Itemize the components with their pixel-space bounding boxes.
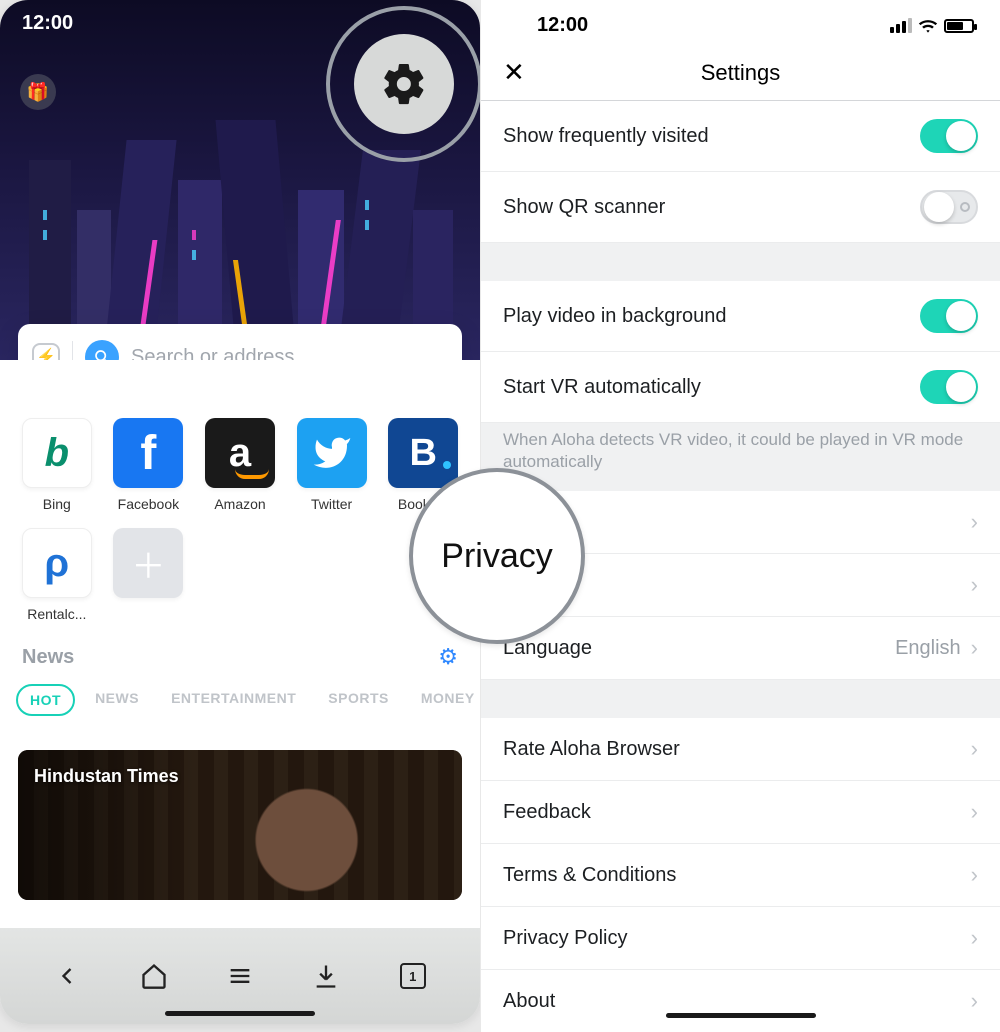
tile-rentalcars[interactable]: ρ Rentalc... <box>18 528 96 622</box>
home-screen: 12:00 🎁 ⚡ Search or address <box>0 0 480 1024</box>
privacy-callout: Privacy <box>409 468 585 644</box>
tile-facebook[interactable]: f Facebook <box>110 418 188 512</box>
news-tab-money[interactable]: MONEY <box>409 684 480 716</box>
cell-label: Start VR automatically <box>503 376 701 399</box>
twitter-icon <box>312 433 352 473</box>
cell-label: Show QR scanner <box>503 196 665 219</box>
menu-button[interactable] <box>223 959 257 993</box>
status-time: 12:00 <box>537 14 588 37</box>
toggle-on[interactable] <box>920 299 978 333</box>
chevron-right-icon: › <box>971 509 978 535</box>
search-icon <box>85 340 119 360</box>
gift-icon: 🎁 <box>27 82 49 103</box>
settings-button[interactable] <box>354 34 454 134</box>
cell-label: About <box>503 990 555 1013</box>
news-heading: News <box>22 646 74 669</box>
speed-dial-grid-2: ρ Rentalc... ＋ <box>0 512 480 622</box>
cell-play-video-background[interactable]: Play video in background <box>481 281 1000 352</box>
chevron-right-icon: › <box>971 799 978 825</box>
news-header: News ⚙ <box>0 622 480 676</box>
tile-amazon[interactable]: a Amazon <box>201 418 279 512</box>
shield-icon: ⚡ <box>32 343 60 360</box>
home-indicator <box>666 1013 816 1018</box>
tile-label <box>146 606 150 622</box>
section-gap <box>481 680 1000 718</box>
cell-label: Terms & Conditions <box>503 864 676 887</box>
status-time: 12:00 <box>22 12 73 35</box>
section-footnote: When Aloha detects VR video, it could be… <box>481 423 1000 491</box>
gift-button[interactable]: 🎁 <box>20 74 56 110</box>
cell-terms[interactable]: Terms & Conditions › <box>481 844 1000 907</box>
bing-icon: b <box>45 431 69 476</box>
cell-rate-app[interactable]: Rate Aloha Browser › <box>481 718 1000 781</box>
search-placeholder: Search or address <box>131 346 448 361</box>
plus-icon: ＋ <box>131 539 165 588</box>
news-tab-entertainment[interactable]: ENTERTAINMENT <box>159 684 308 716</box>
amazon-icon: a <box>229 431 251 476</box>
tile-label: Amazon <box>214 496 265 512</box>
tile-label: Twitter <box>311 496 352 512</box>
facebook-icon: f <box>140 426 156 481</box>
cell-show-qr-scanner[interactable]: Show QR scanner <box>481 172 1000 243</box>
settings-header: ✕ Settings <box>481 43 1000 101</box>
rentalcars-icon: ρ <box>44 541 69 586</box>
news-tab-sports[interactable]: SPORTS <box>316 684 401 716</box>
article-source: Hindustan Times <box>34 766 179 787</box>
toggle-on[interactable] <box>920 119 978 153</box>
tabs-button[interactable]: 1 <box>396 959 430 993</box>
downloads-button[interactable] <box>309 959 343 993</box>
cell-about[interactable]: About › <box>481 970 1000 1032</box>
toggle-on[interactable] <box>920 370 978 404</box>
tile-label: Rentalc... <box>27 606 86 622</box>
cell-feedback[interactable]: Feedback › <box>481 781 1000 844</box>
divider <box>72 341 73 360</box>
home-button[interactable] <box>137 959 171 993</box>
news-settings-button[interactable]: ⚙ <box>438 644 458 670</box>
settings-title: Settings <box>701 60 781 86</box>
chevron-right-icon: › <box>971 736 978 762</box>
chevron-right-icon: › <box>971 862 978 888</box>
back-button[interactable] <box>50 959 84 993</box>
hero-banner: 12:00 🎁 ⚡ Search or address <box>0 0 480 360</box>
cell-label: Play video in background <box>503 305 726 328</box>
chevron-right-icon: › <box>971 572 978 598</box>
chevron-right-icon: › <box>971 925 978 951</box>
cell-privacy-policy[interactable]: Privacy Policy › <box>481 907 1000 970</box>
status-bar: 12:00 <box>481 0 1000 43</box>
booking-icon: B <box>409 432 436 475</box>
cell-value: English <box>895 637 961 660</box>
home-indicator <box>165 1011 315 1016</box>
tile-bing[interactable]: b Bing <box>18 418 96 512</box>
speed-dial-grid: b Bing f Facebook a Amazon Twitter B Boo… <box>0 360 480 512</box>
cell-label: Rate Aloha Browser <box>503 738 680 761</box>
news-tab-news[interactable]: NEWS <box>83 684 151 716</box>
tile-add[interactable]: ＋ <box>110 528 188 622</box>
cell-start-vr-automatically[interactable]: Start VR automatically <box>481 352 1000 423</box>
battery-icon <box>944 19 974 33</box>
bottom-toolbar: 1 <box>0 928 480 1024</box>
tile-label: Bing <box>43 496 71 512</box>
privacy-callout-label: Privacy <box>441 537 552 576</box>
close-button[interactable]: ✕ <box>503 57 525 88</box>
cell-label: Privacy Policy <box>503 927 627 950</box>
cell-label: Feedback <box>503 801 591 824</box>
chevron-right-icon: › <box>971 635 978 661</box>
news-tabs: HOT NEWS ENTERTAINMENT SPORTS MONEY LIFE… <box>0 676 480 730</box>
tile-label: Facebook <box>118 496 179 512</box>
news-article-card[interactable]: Hindustan Times <box>18 750 462 900</box>
section-gap <box>481 243 1000 281</box>
chevron-right-icon: › <box>971 988 978 1014</box>
wifi-icon <box>918 16 938 36</box>
settings-screen: 12:00 ✕ Settings Show frequently visited… <box>480 0 1000 1024</box>
tabs-count: 1 <box>409 969 416 984</box>
cell-language[interactable]: Language English › <box>481 617 1000 680</box>
gear-icon <box>380 60 428 108</box>
search-bar[interactable]: ⚡ Search or address <box>18 324 462 360</box>
news-tab-hot[interactable]: HOT <box>16 684 75 716</box>
cellular-icon <box>890 18 912 33</box>
tile-twitter[interactable]: Twitter <box>293 418 371 512</box>
toggle-off[interactable] <box>920 190 978 224</box>
cell-label: Show frequently visited <box>503 125 709 148</box>
cell-show-frequently-visited[interactable]: Show frequently visited <box>481 101 1000 172</box>
